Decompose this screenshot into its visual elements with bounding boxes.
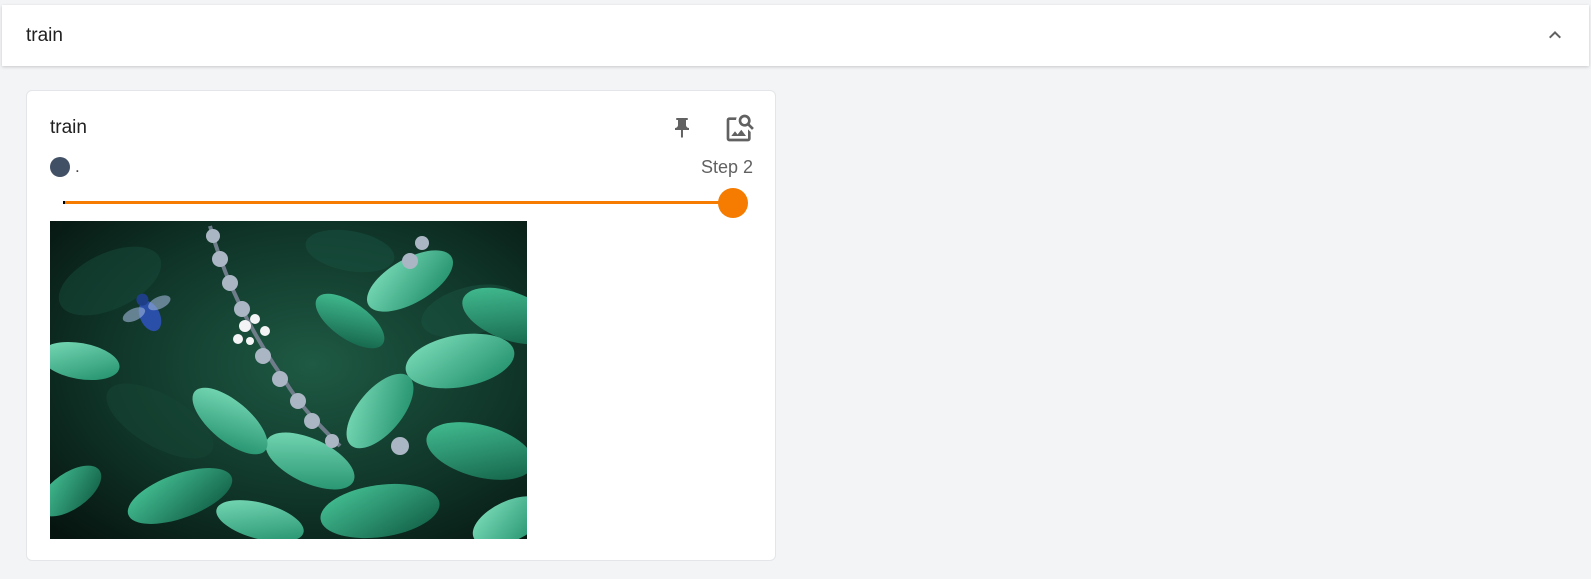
step-slider[interactable] [63, 188, 748, 218]
run-name: . [75, 157, 80, 176]
sample-image[interactable] [50, 221, 527, 539]
view-image-button[interactable] [723, 111, 757, 145]
image-search-icon [726, 114, 754, 142]
collapse-button[interactable] [1541, 21, 1569, 49]
slider-thumb[interactable] [718, 188, 748, 218]
pin-button[interactable] [667, 113, 697, 143]
group-header: train [2, 5, 1589, 66]
slider-tick [63, 201, 65, 204]
pin-icon [675, 118, 689, 138]
sample-image-content [50, 221, 527, 539]
slider-track [63, 201, 733, 204]
step-label: Step 2 [700, 157, 753, 177]
run-color-dot [50, 157, 70, 177]
image-card: train . Step 2 [26, 90, 776, 561]
group-title: train [26, 25, 63, 46]
chevron-up-icon [1549, 31, 1561, 39]
card-title: train [50, 117, 87, 138]
